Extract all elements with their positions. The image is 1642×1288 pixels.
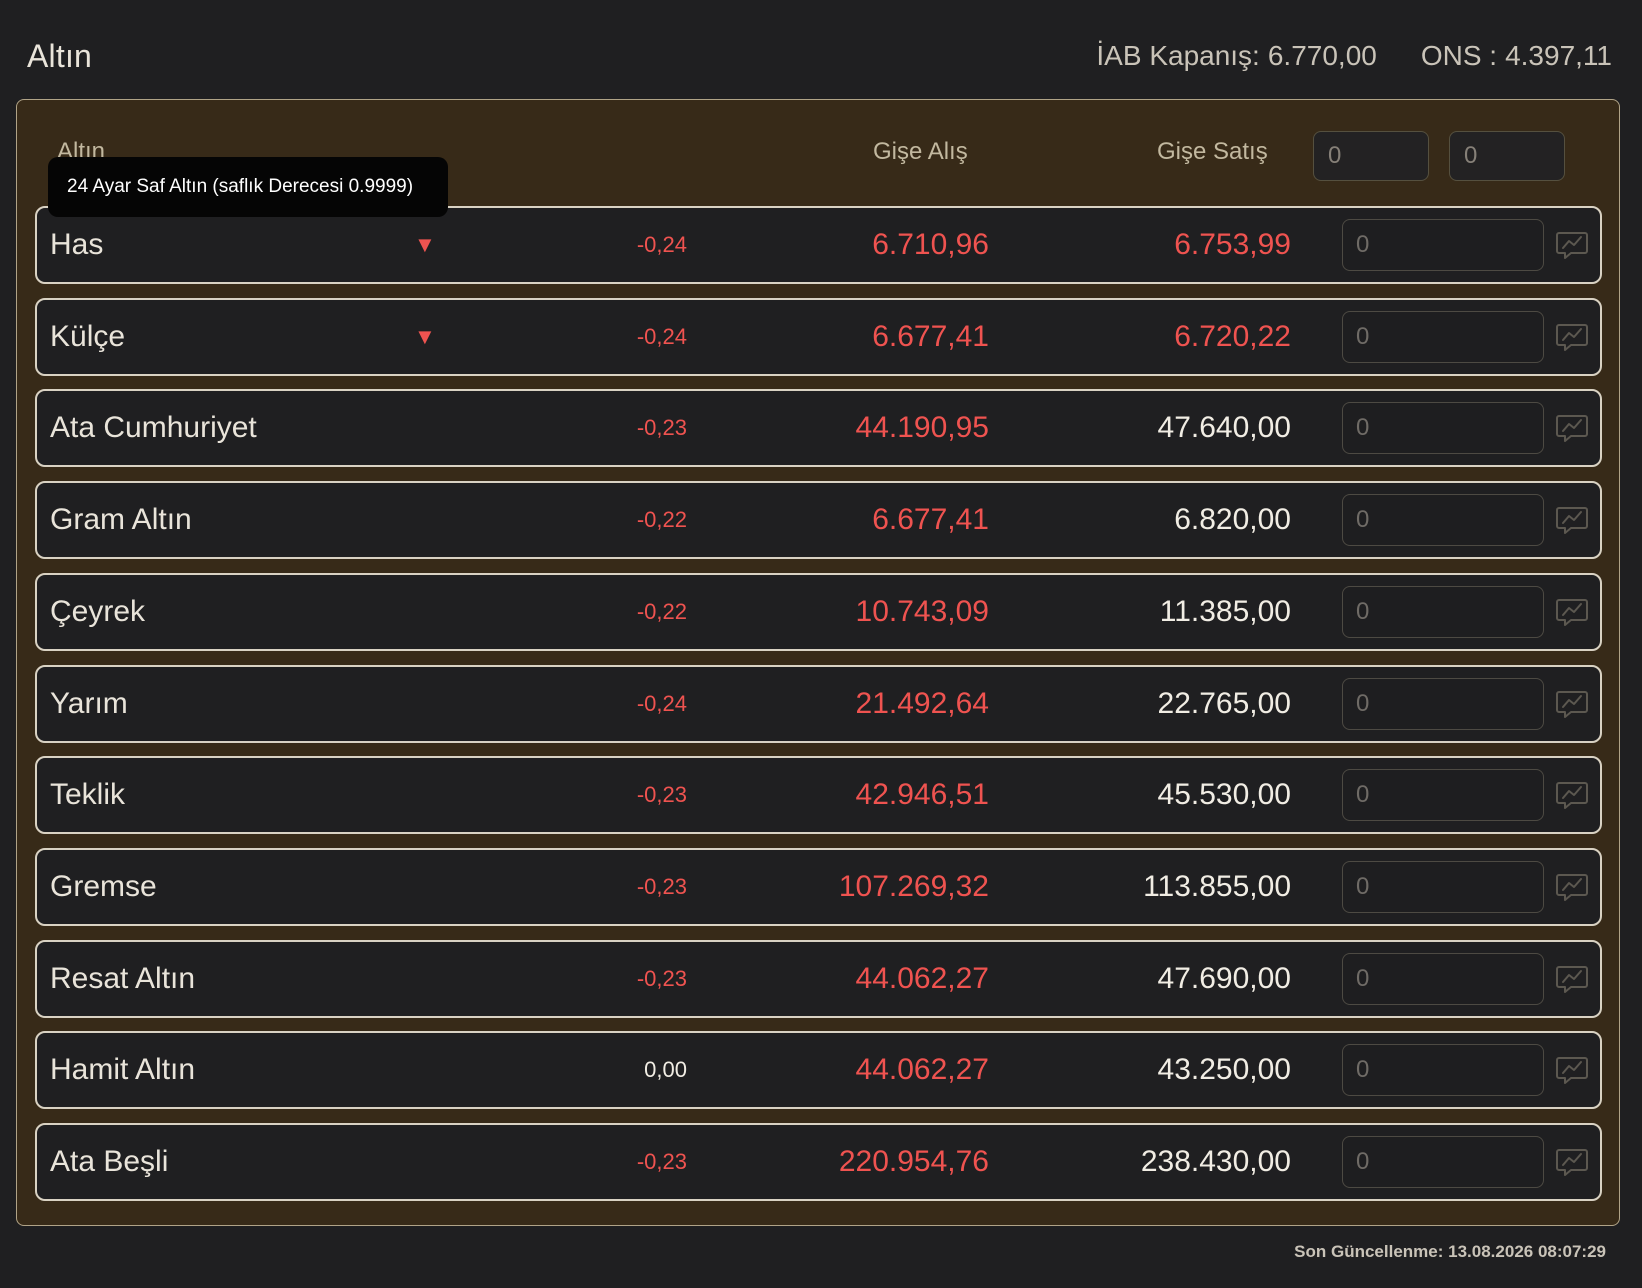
chart-line-icon[interactable]: [1555, 687, 1589, 721]
row-amount-input[interactable]: [1342, 678, 1544, 730]
chart-line-icon[interactable]: [1555, 228, 1589, 262]
last-updated-value: 13.08.2026 08:07:29: [1448, 1242, 1606, 1261]
chart-line-icon[interactable]: [1555, 778, 1589, 812]
row-change: -0,24: [636, 232, 687, 257]
price-row[interactable]: Ata Beşli -0,23 220.954,76 238.430,00: [35, 1123, 1602, 1201]
price-row[interactable]: Has ▼ -0,24 6.710,96 6.753,99: [35, 206, 1602, 284]
chart-line-icon[interactable]: [1555, 503, 1589, 537]
row-buy-price: 107.269,32: [838, 870, 989, 903]
row-change: -0,23: [636, 966, 687, 991]
row-buy-price: 6.710,96: [872, 228, 989, 261]
chart-line-icon[interactable]: [1555, 962, 1589, 996]
price-row[interactable]: Hamit Altın 0,00 44.062,27 43.250,00: [35, 1031, 1602, 1109]
page-title: Altın: [27, 38, 93, 74]
ons-value: 4.397,11: [1505, 40, 1612, 71]
ons-label: ONS :: [1420, 40, 1498, 71]
row-buy-price: 6.677,41: [872, 503, 989, 536]
triangle-down-icon: ▼: [414, 232, 436, 257]
row-sell-price: 6.720,22: [1174, 320, 1291, 353]
row-buy-price: 220.954,76: [838, 1145, 989, 1178]
row-amount-input[interactable]: [1342, 494, 1544, 546]
row-sell-price: 45.530,00: [1157, 778, 1291, 811]
iab-value: 6.770,00: [1267, 40, 1377, 71]
column-header-sell: Gişe Satış: [1157, 138, 1268, 165]
row-amount-input[interactable]: [1342, 953, 1544, 1005]
row-change: -0,24: [636, 324, 687, 349]
chart-line-icon[interactable]: [1555, 870, 1589, 904]
row-name: Çeyrek: [50, 595, 146, 628]
row-buy-price: 21.492,64: [855, 687, 989, 720]
row-amount-input[interactable]: [1342, 769, 1544, 821]
row-amount-input[interactable]: [1342, 402, 1544, 454]
row-sell-price: 22.765,00: [1157, 687, 1291, 720]
row-buy-price: 42.946,51: [855, 778, 989, 811]
row-sell-price: 6.753,99: [1174, 228, 1291, 261]
row-amount-input[interactable]: [1342, 1044, 1544, 1096]
last-updated: Son Güncellenme: 13.08.2026 08:07:29: [1294, 1242, 1606, 1262]
price-row[interactable]: Resat Altın -0,23 44.062,27 47.690,00: [35, 940, 1602, 1018]
row-change: -0,22: [636, 599, 687, 624]
row-name: Külçe: [50, 320, 126, 353]
row-name: Teklik: [50, 778, 126, 811]
row-amount-input[interactable]: [1342, 861, 1544, 913]
row-change: -0,23: [636, 874, 687, 899]
ons-price: ONS : 4.397,11: [1421, 40, 1612, 72]
price-row[interactable]: Teklik -0,23 42.946,51 45.530,00: [35, 756, 1602, 834]
row-name: Ata Beşli: [50, 1145, 169, 1178]
row-name: Resat Altın: [50, 962, 196, 995]
page: Altın İAB Kapanış: 6.770,00 ONS : 4.397,…: [0, 0, 1642, 1288]
chart-line-icon[interactable]: [1555, 411, 1589, 445]
price-row[interactable]: Gram Altın -0,22 6.677,41 6.820,00: [35, 481, 1602, 559]
row-buy-price: 44.062,27: [855, 962, 989, 995]
row-amount-input[interactable]: [1342, 1136, 1544, 1188]
row-sell-price: 238.430,00: [1140, 1145, 1291, 1178]
row-name: Hamit Altın: [50, 1053, 196, 1086]
row-sell-price: 6.820,00: [1174, 503, 1291, 536]
triangle-down-icon: ▼: [414, 324, 436, 349]
tooltip: 24 Ayar Saf Altın (saflık Derecesi 0.999…: [48, 157, 448, 217]
row-amount-input[interactable]: [1342, 586, 1544, 638]
row-change: -0,23: [636, 415, 687, 440]
price-row[interactable]: Külçe ▼ -0,24 6.677,41 6.720,22: [35, 298, 1602, 376]
row-sell-price: 43.250,00: [1157, 1053, 1291, 1086]
row-name: Gram Altın: [50, 503, 192, 536]
column-header-buy: Gişe Alış: [873, 138, 968, 165]
row-name: Ata Cumhuriyet: [50, 411, 257, 444]
price-row[interactable]: Yarım -0,24 21.492,64 22.765,00: [35, 665, 1602, 743]
row-buy-price: 44.062,27: [855, 1053, 989, 1086]
price-row[interactable]: Ata Cumhuriyet -0,23 44.190,95 47.640,00: [35, 389, 1602, 467]
row-sell-price: 113.855,00: [1143, 870, 1291, 903]
row-change: -0,23: [636, 1149, 687, 1174]
row-change: -0,22: [636, 507, 687, 532]
row-change: -0,24: [636, 691, 687, 716]
row-name: Gremse: [50, 870, 157, 903]
header-input-2[interactable]: [1449, 131, 1565, 181]
row-change: 0,00: [644, 1057, 687, 1082]
iab-label: İAB Kapanış:: [1096, 40, 1260, 71]
chart-line-icon[interactable]: [1555, 595, 1589, 629]
row-name: Has: [50, 228, 104, 261]
price-row[interactable]: Çeyrek -0,22 10.743,09 11.385,00: [35, 573, 1602, 651]
row-sell-price: 47.640,00: [1157, 411, 1291, 444]
price-row[interactable]: Gremse -0,23 107.269,32 113.855,00: [35, 848, 1602, 926]
last-updated-label: Son Güncellenme:: [1294, 1242, 1444, 1261]
chart-line-icon[interactable]: [1555, 1145, 1589, 1179]
row-change: -0,23: [636, 782, 687, 807]
row-buy-price: 6.677,41: [872, 320, 989, 353]
header-input-1[interactable]: [1313, 131, 1429, 181]
header: Altın İAB Kapanış: 6.770,00 ONS : 4.397,…: [0, 0, 1642, 100]
row-name: Yarım: [50, 687, 128, 720]
row-buy-price: 10.743,09: [855, 595, 989, 628]
chart-line-icon[interactable]: [1555, 1053, 1589, 1087]
header-stats: İAB Kapanış: 6.770,00 ONS : 4.397,11: [1096, 40, 1612, 72]
row-amount-input[interactable]: [1342, 219, 1544, 271]
iab-closing: İAB Kapanış: 6.770,00: [1096, 40, 1376, 72]
row-buy-price: 44.190,95: [855, 411, 989, 444]
row-amount-input[interactable]: [1342, 311, 1544, 363]
row-sell-price: 47.690,00: [1157, 962, 1291, 995]
row-sell-price: 11.385,00: [1159, 595, 1291, 628]
chart-line-icon[interactable]: [1555, 320, 1589, 354]
